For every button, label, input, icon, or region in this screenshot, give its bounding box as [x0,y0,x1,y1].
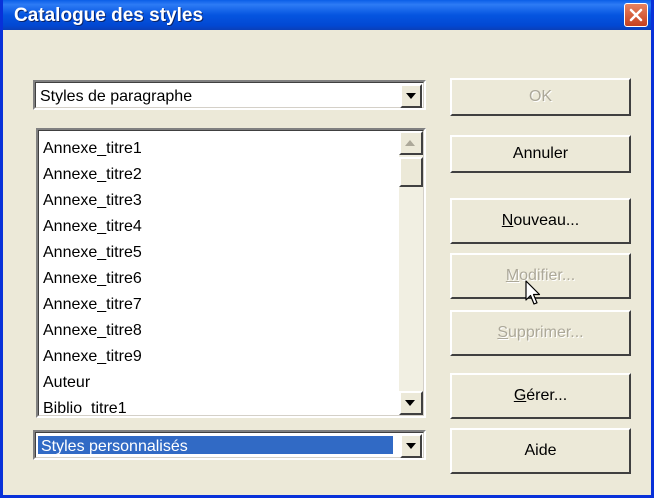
window-title: Catalogue des styles [14,5,204,26]
filter-dropdown-button[interactable] [400,434,422,458]
title-bar[interactable]: Catalogue des styles [3,0,651,30]
arrow-up-icon [405,140,415,146]
list-item[interactable]: Annexe_titre4 [43,214,142,240]
filter-value: Styles personnalisés [38,436,393,455]
list-item[interactable]: Annexe_titre9 [43,344,142,370]
arrow-down-icon [405,400,415,406]
close-button[interactable] [624,3,648,27]
list-item[interactable]: Annexe_titre2 [43,162,142,188]
ok-button[interactable]: OK [450,78,631,116]
scroll-up-button[interactable] [399,131,423,155]
catalogue-dialog: Catalogue des styles Styles de paragraph… [0,0,654,498]
help-button[interactable]: Aide [450,428,631,474]
list-item[interactable]: Biblio_titre1 [43,396,142,415]
scroll-thumb[interactable] [399,157,423,187]
list-item[interactable]: Annexe_titre5 [43,240,142,266]
list-item[interactable]: Annexe_titre6 [43,266,142,292]
new-button[interactable]: Nouveau... [450,198,631,244]
list-item[interactable]: Annexe_titre3 [43,188,142,214]
list-item[interactable]: Annexe_titre7 [43,292,142,318]
chevron-down-icon [406,93,416,99]
list-item[interactable]: Annexe_titre8 [43,318,142,344]
style-family-value: Styles de paragraphe [40,88,193,105]
styles-list-items: Annexe_titre1 Annexe_titre2 Annexe_titre… [43,136,142,415]
cancel-button[interactable]: Annuler [450,135,631,173]
style-family-dropdown[interactable]: Styles de paragraphe [33,80,426,110]
scroll-down-button[interactable] [399,391,423,415]
styles-list[interactable]: Annexe_titre1 Annexe_titre2 Annexe_titre… [36,128,426,418]
vertical-scrollbar[interactable] [399,131,423,415]
close-icon [629,8,643,22]
list-item[interactable]: Annexe_titre1 [43,136,142,162]
chevron-down-icon [406,443,416,449]
mouse-pointer-icon [525,280,541,305]
delete-button[interactable]: Supprimer... [450,310,631,356]
manage-button[interactable]: Gérer... [450,373,631,419]
style-family-dropdown-button[interactable] [400,84,422,108]
filter-dropdown[interactable]: Styles personnalisés [33,430,426,460]
list-item[interactable]: Auteur [43,370,142,396]
